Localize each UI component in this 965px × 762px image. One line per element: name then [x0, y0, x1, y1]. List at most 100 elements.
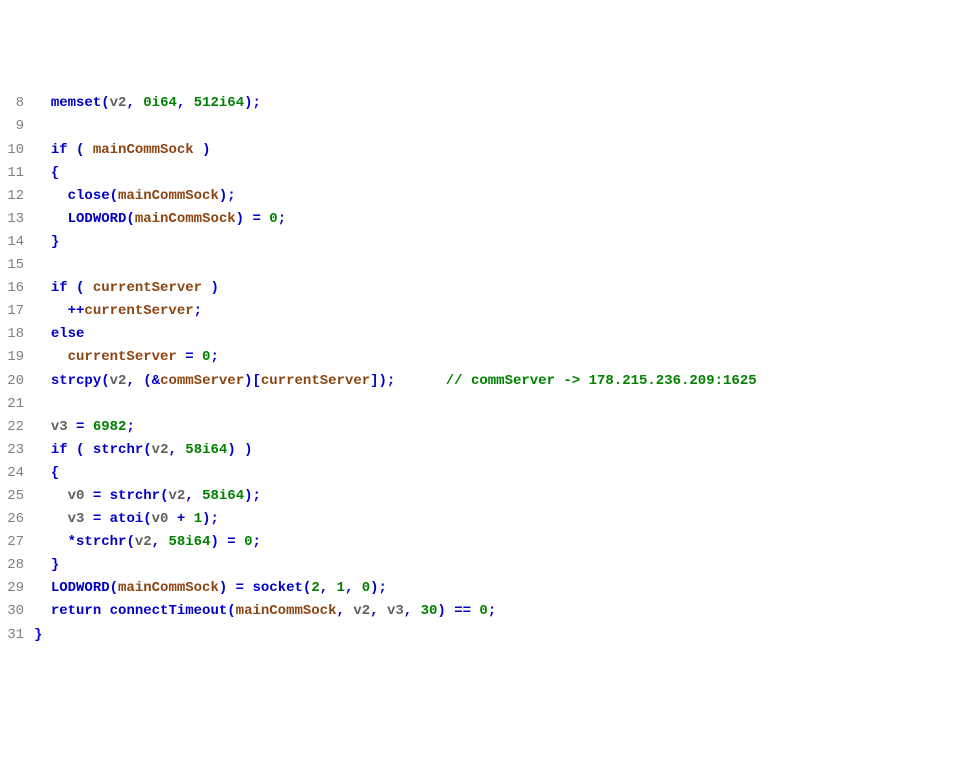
code-token-kw: if	[51, 442, 68, 458]
code-token-punct: ,	[168, 442, 176, 458]
code-text	[34, 142, 51, 158]
code-line: *strchr(v2, 58i64) = 0;	[34, 531, 757, 554]
line-number: 11	[0, 162, 24, 185]
code-token-var: v0	[68, 488, 85, 504]
code-token-punct: ,	[345, 580, 353, 596]
code-text	[236, 442, 244, 458]
code-text	[84, 419, 92, 435]
code-token-punct: )	[437, 603, 445, 619]
code-token-fn: strchr	[93, 442, 143, 458]
code-token-gbl: mainCommSock	[236, 603, 337, 619]
code-token-punct: ,	[185, 488, 193, 504]
code-token-kw: return	[51, 603, 101, 619]
code-token-fn: strchr	[110, 488, 160, 504]
code-line: LODWORD(mainCommSock) = 0;	[34, 208, 757, 231]
code-text	[236, 534, 244, 550]
code-text	[185, 95, 193, 111]
code-text	[101, 488, 109, 504]
code-line: v0 = strchr(v2, 58i64);	[34, 485, 757, 508]
code-token-punct: ,	[337, 603, 345, 619]
code-token-gbl: mainCommSock	[118, 580, 219, 596]
code-token-punct: ;	[210, 349, 218, 365]
line-number: 8	[0, 92, 24, 115]
code-token-punct: (	[126, 534, 134, 550]
code-text	[34, 95, 51, 111]
code-token-punct: ,	[404, 603, 412, 619]
code-token-punct: ;	[194, 303, 202, 319]
code-text	[34, 188, 68, 204]
line-number: 24	[0, 462, 24, 485]
code-token-op: =	[227, 534, 235, 550]
line-number: 22	[0, 416, 24, 439]
code-token-var: v2	[110, 95, 127, 111]
code-text	[34, 234, 51, 250]
line-number: 13	[0, 208, 24, 231]
code-token-op: =	[185, 349, 193, 365]
code-token-punct: );	[202, 511, 219, 527]
code-text	[34, 511, 68, 527]
code-token-punct: );	[244, 95, 261, 111]
code-text	[84, 511, 92, 527]
code-text	[244, 580, 252, 596]
line-number: 26	[0, 508, 24, 531]
code-token-punct: ]);	[370, 373, 395, 389]
code-token-op: =	[252, 211, 260, 227]
code-token-punct: }	[34, 627, 42, 643]
code-token-punct: (	[110, 188, 118, 204]
code-line: {	[34, 162, 757, 185]
code-text	[34, 326, 51, 342]
code-text	[345, 603, 353, 619]
code-token-num: 58i64	[168, 534, 210, 550]
code-token-var: v2	[152, 442, 169, 458]
code-text	[84, 280, 92, 296]
code-token-punct: ,	[152, 534, 160, 550]
line-number: 15	[0, 254, 24, 277]
code-token-punct: (	[143, 511, 151, 527]
code-text	[68, 142, 76, 158]
code-token-var: v3	[68, 511, 85, 527]
line-number: 19	[0, 346, 24, 369]
code-text	[34, 373, 51, 389]
code-text	[34, 165, 51, 181]
code-token-num: 0	[269, 211, 277, 227]
code-text	[194, 488, 202, 504]
code-token-var: v0	[152, 511, 169, 527]
code-token-num: 1	[194, 511, 202, 527]
code-block: 8910111213141516171819202122232425262728…	[0, 92, 965, 646]
code-line: close(mainCommSock);	[34, 185, 757, 208]
code-token-op: =	[93, 511, 101, 527]
code-token-gbl: currentServer	[93, 280, 202, 296]
code-token-kw: if	[51, 280, 68, 296]
code-token-op: &	[152, 373, 160, 389]
code-line: if ( currentServer )	[34, 277, 757, 300]
code-token-gbl: commServer	[160, 373, 244, 389]
code-text	[34, 349, 68, 365]
code-token-var: v2	[135, 534, 152, 550]
line-number: 28	[0, 554, 24, 577]
code-line: if ( mainCommSock )	[34, 139, 757, 162]
line-number: 23	[0, 439, 24, 462]
code-line	[34, 393, 757, 416]
code-text	[135, 95, 143, 111]
code-token-fn: atoi	[110, 511, 144, 527]
code-line: LODWORD(mainCommSock) = socket(2, 1, 0);	[34, 577, 757, 600]
code-text	[379, 603, 387, 619]
code-text	[194, 142, 202, 158]
code-text	[101, 603, 109, 619]
line-number: 9	[0, 115, 24, 138]
code-text	[34, 580, 51, 596]
code-token-gbl: mainCommSock	[93, 142, 194, 158]
code-body: memset(v2, 0i64, 512i64); if ( mainCommS…	[28, 92, 757, 646]
code-text	[101, 511, 109, 527]
code-text	[353, 580, 361, 596]
code-token-op: *	[68, 534, 76, 550]
code-token-punct: (	[126, 211, 134, 227]
code-text	[34, 534, 68, 550]
code-token-punct: (	[143, 442, 151, 458]
code-line: ++currentServer;	[34, 300, 757, 323]
code-token-var: v3	[51, 419, 68, 435]
code-token-punct: ;	[278, 211, 286, 227]
code-line: }	[34, 231, 757, 254]
code-token-punct: )[	[244, 373, 261, 389]
code-token-var: v2	[353, 603, 370, 619]
